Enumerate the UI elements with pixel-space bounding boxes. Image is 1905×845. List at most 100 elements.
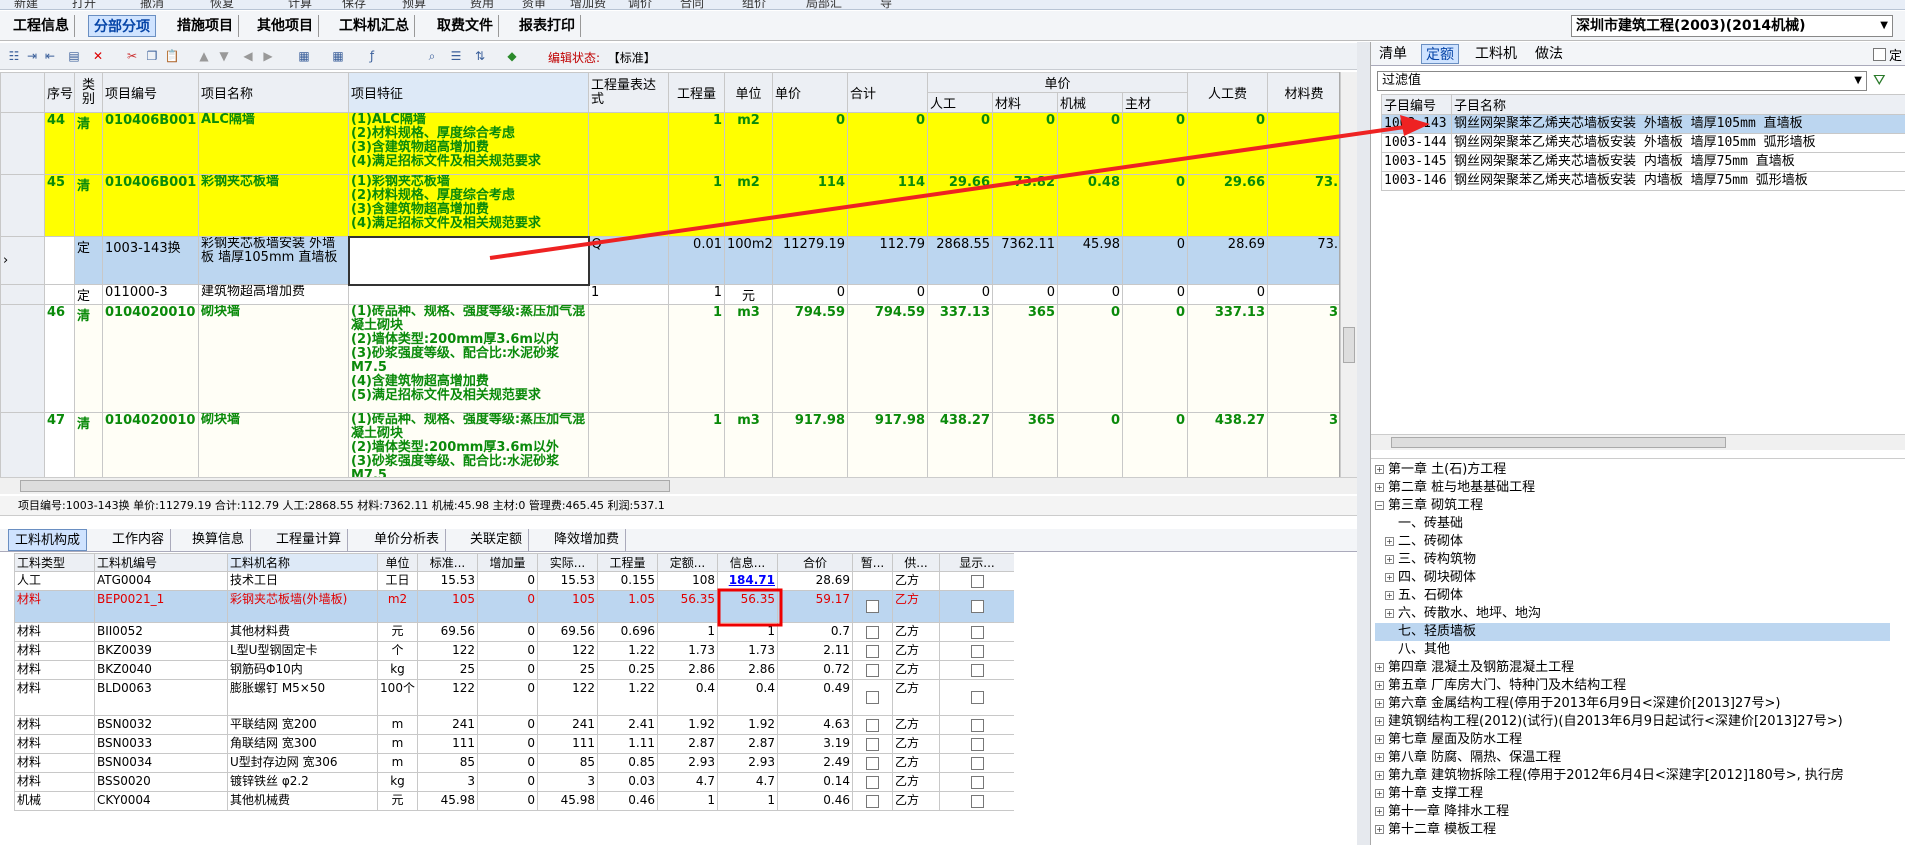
cell-show[interactable]: [939, 641, 1014, 661]
cell-price[interactable]: 917.98: [772, 412, 848, 477]
table-row[interactable]: 材料 BSN0033 角联结网 宽300 m 111 0 111 1.11 2.87 2.87 3.…: [14, 734, 1014, 754]
cell-act[interactable]: 69.56: [537, 622, 598, 642]
col-labor-fee[interactable]: 人工费: [1187, 72, 1269, 113]
cell-show[interactable]: [939, 660, 1014, 680]
cell-name[interactable]: 技术工日: [227, 571, 378, 591]
col-code[interactable]: 项目编号: [102, 72, 199, 113]
col-labor[interactable]: 人工: [927, 92, 993, 113]
cell-seq[interactable]: [44, 284, 75, 305]
cell-supply[interactable]: 乙方: [892, 715, 940, 735]
show-checkbox[interactable]: [970, 663, 984, 677]
cell-name[interactable]: 膨胀螺钉 M5×50: [227, 679, 378, 716]
cell-code[interactable]: BKZ0040: [94, 660, 228, 680]
tab-sub-items[interactable]: 分部分项: [88, 15, 156, 37]
rcol-name[interactable]: 子目名称: [1451, 94, 1905, 115]
show-checkbox[interactable]: [970, 574, 984, 588]
cell-temp[interactable]: [852, 791, 893, 811]
cell-code[interactable]: 010406B001: [102, 112, 199, 175]
cell-type[interactable]: 材料: [14, 715, 95, 735]
cell-code[interactable]: BII0052: [94, 622, 228, 642]
lcol-unit[interactable]: 单位: [377, 553, 418, 572]
quota-checkbox[interactable]: [1873, 47, 1886, 61]
search-icon[interactable]: ⌕: [424, 49, 440, 64]
cell-labor-fee[interactable]: 337.13: [1187, 304, 1269, 413]
tree-node[interactable]: 一、砖基础: [1375, 515, 1463, 533]
cell-material[interactable]: 365: [992, 304, 1058, 413]
grid-icon[interactable]: ▦: [296, 49, 312, 64]
temp-checkbox[interactable]: [866, 600, 879, 613]
quota-name[interactable]: 钢丝网架聚苯乙烯夹芯墙板安装 外墙板 墙厚105mm 弧形墙板: [1451, 133, 1905, 153]
table-row[interactable]: 47 清 0104020010 砌块墙 (1)砖品种、规格、强度等级:蒸压加气混凝土砌块…: [0, 412, 1339, 477]
cell-code[interactable]: 0104020010: [102, 412, 199, 477]
col-machine[interactable]: 机械: [1057, 92, 1123, 113]
cell-mat-fee[interactable]: 73.: [1267, 236, 1339, 285]
quota-code[interactable]: 1003-146: [1381, 171, 1452, 191]
cell-unit[interactable]: 元: [724, 284, 773, 305]
calc-icon[interactable]: ▦: [330, 49, 346, 64]
cell-name[interactable]: 彩钢夹芯板墙安装 外墙板 墙厚105mm 直墙板: [198, 236, 349, 285]
collapse-icon[interactable]: −: [1375, 501, 1384, 510]
cell-show[interactable]: [939, 679, 1014, 716]
cell-feature[interactable]: (1)砖品种、规格、强度等级:蒸压加气混凝土砌块 (2)墙体类型:200mm厚3…: [348, 412, 589, 477]
cell-name[interactable]: 彩钢夹芯板墙: [198, 174, 349, 237]
cell-feature[interactable]: (1)彩钢夹芯板墙 (2)材料规格、厚度综合考虑 (3)含建筑物超高增加费 (4…: [348, 174, 589, 237]
tree-node[interactable]: + 第十章 支撑工程: [1375, 785, 1483, 803]
cell-total[interactable]: 114: [847, 174, 928, 237]
cell-qty[interactable]: 1: [668, 304, 725, 413]
expand-icon[interactable]: +: [1375, 753, 1384, 762]
cell-add[interactable]: 0: [477, 622, 538, 642]
expand-icon[interactable]: +: [1375, 699, 1384, 708]
cell-qty[interactable]: 0.155: [597, 571, 658, 591]
cell-main[interactable]: 0: [1121, 284, 1189, 305]
menu-new[interactable]: 新建: [14, 0, 38, 9]
cell-labor[interactable]: 0: [927, 112, 993, 175]
cell-price[interactable]: 0: [772, 284, 848, 305]
cell-labor[interactable]: 29.66: [927, 174, 993, 237]
cell-code[interactable]: CKY0004: [94, 791, 228, 811]
tree-node[interactable]: + 第一章 土(石)方工程: [1375, 461, 1506, 479]
menu-contract[interactable]: 合同: [680, 0, 704, 9]
cell-info[interactable]: 2.86: [717, 660, 778, 680]
tree-node[interactable]: 八、其他: [1375, 641, 1450, 659]
temp-checkbox[interactable]: [866, 756, 879, 770]
cell-act[interactable]: 25: [537, 660, 598, 680]
list-item[interactable]: 1003-145 钢丝网架聚苯乙烯夹芯墙板安装 内墙板 墙厚75mm 直墙板: [1381, 152, 1905, 172]
cell-qty[interactable]: 0.696: [597, 622, 658, 642]
cell-show[interactable]: [939, 753, 1014, 773]
cell-type[interactable]: 定: [74, 284, 103, 305]
cell-qty[interactable]: 0.46: [597, 791, 658, 811]
expand-icon[interactable]: +: [1375, 771, 1384, 780]
cell-name[interactable]: 镀锌铁丝 φ2.2: [227, 772, 378, 792]
cell-seq[interactable]: 44: [44, 112, 75, 175]
region-select[interactable]: 深圳市建筑工程(2003)(2014机械) ▼: [1571, 15, 1893, 37]
cell-total[interactable]: 917.98: [847, 412, 928, 477]
cell-total[interactable]: 0.14: [777, 772, 853, 792]
cell-total[interactable]: 0.49: [777, 679, 853, 716]
expand-icon[interactable]: +: [1375, 681, 1384, 690]
cell-unit[interactable]: m: [377, 715, 418, 735]
cell-labor-fee[interactable]: 0: [1187, 284, 1269, 305]
tab-price-analysis[interactable]: 单价分析表: [368, 529, 447, 551]
expand-icon[interactable]: +: [1375, 663, 1384, 672]
menu-budget[interactable]: 预算: [402, 0, 426, 9]
cell-show[interactable]: [939, 772, 1014, 792]
table-row[interactable]: 44 清 010406B001 ALC隔墙 (1)ALC隔墙 (2)材料规格、厚度综合考…: [0, 112, 1339, 175]
show-checkbox[interactable]: [970, 691, 984, 704]
cell-price[interactable]: 114: [772, 174, 848, 237]
temp-checkbox[interactable]: [866, 625, 879, 639]
menu-open[interactable]: 打开: [72, 0, 96, 9]
temp-checkbox[interactable]: [866, 775, 879, 789]
cell-show[interactable]: [939, 590, 1014, 623]
cell-name[interactable]: 其他材料费: [227, 622, 378, 642]
menu-import[interactable]: 导: [880, 0, 892, 9]
cell-temp[interactable]: [852, 715, 893, 735]
tab-materials[interactable]: 工料机: [1471, 44, 1521, 64]
cell-qty[interactable]: 1.22: [597, 679, 658, 716]
cell-total[interactable]: 3.19: [777, 734, 853, 754]
cell-unit[interactable]: m2: [377, 590, 418, 623]
expand-icon[interactable]: +: [1375, 825, 1384, 834]
cell-machine[interactable]: 0: [1057, 412, 1123, 477]
cell-act[interactable]: 85: [537, 753, 598, 773]
outdent-icon[interactable]: ⇤: [42, 49, 58, 64]
tab-related-quota[interactable]: 关联定额: [464, 529, 530, 551]
